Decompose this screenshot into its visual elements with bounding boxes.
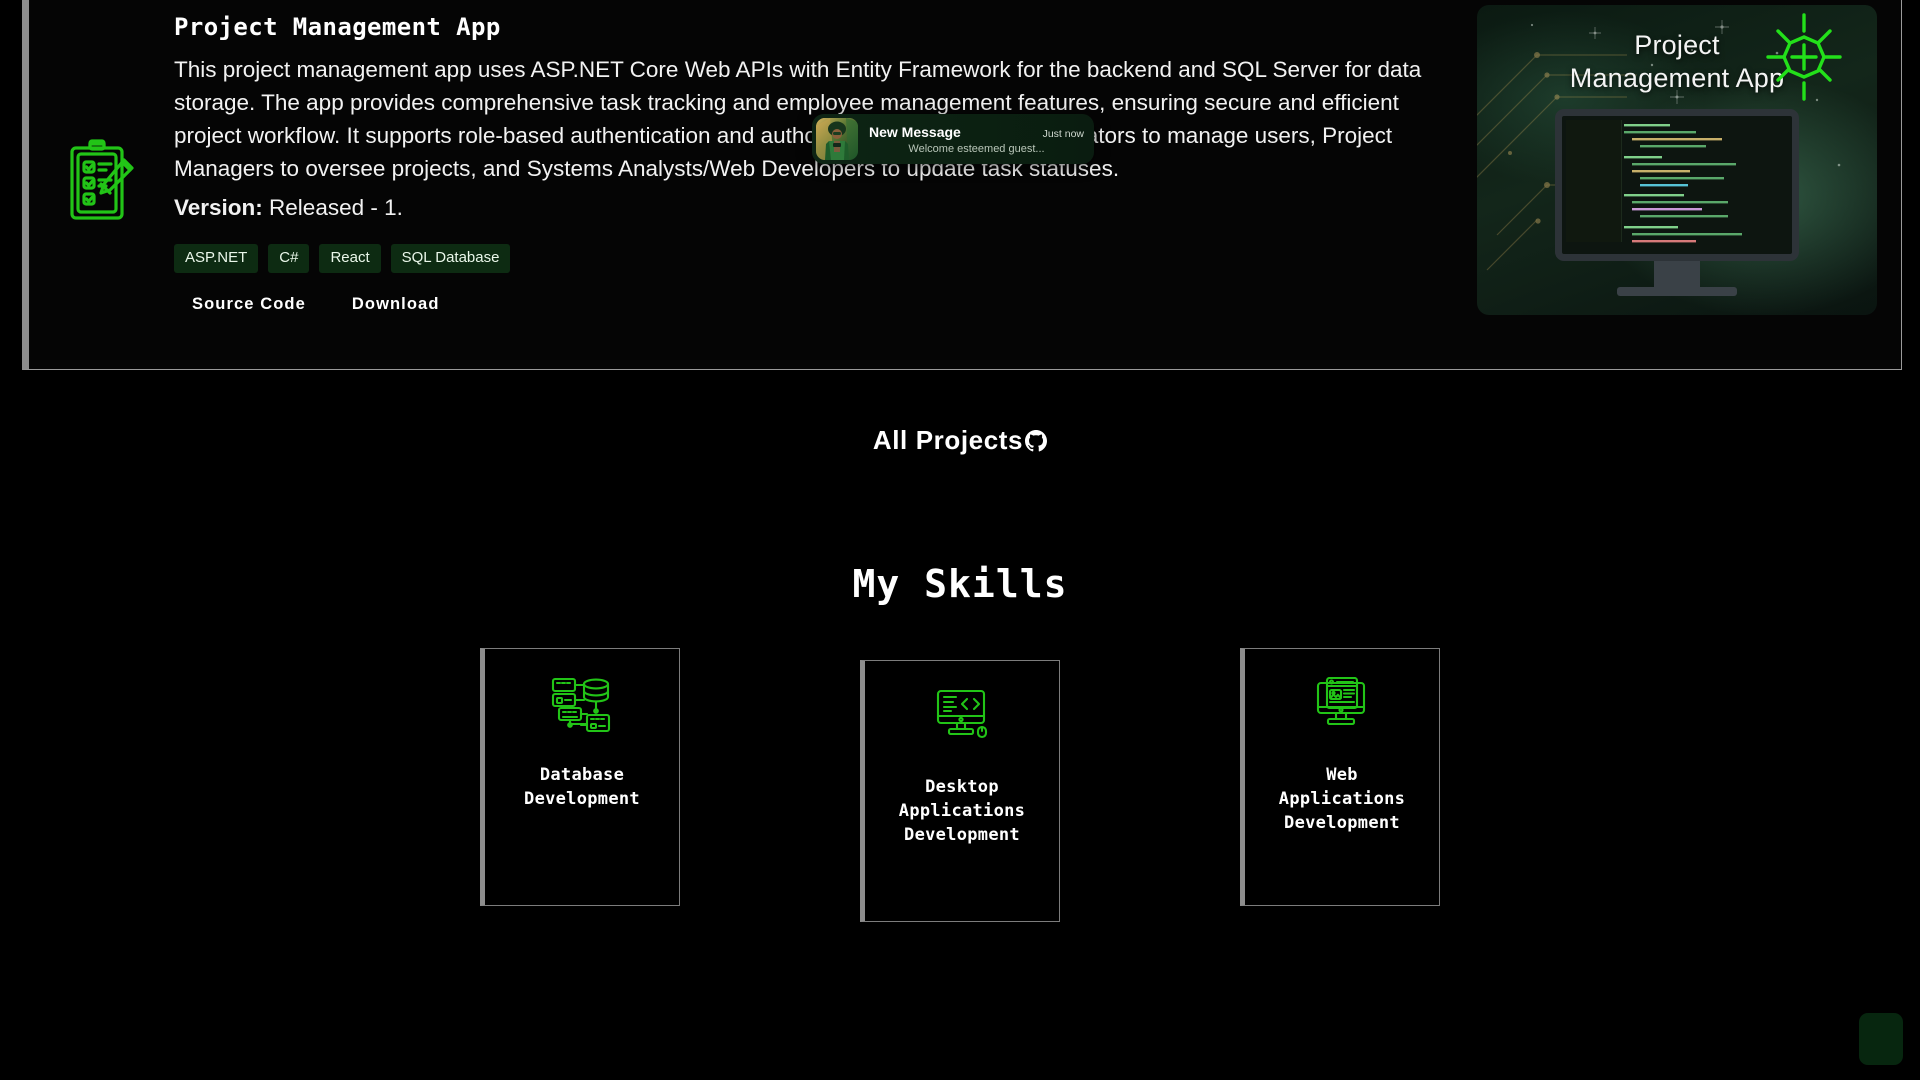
notification-preview: Welcome esteemed guest... <box>908 142 1045 155</box>
sender-avatar <box>816 118 858 160</box>
notification-toast[interactable]: New Message Just now Welcome esteemed gu… <box>812 114 1094 164</box>
skill-label-line: Development <box>524 789 640 809</box>
clipboard-checklist-icon <box>66 138 138 229</box>
chat-fab-button[interactable] <box>1859 1013 1903 1065</box>
notification-title: New Message <box>869 123 961 140</box>
desktop-code-icon <box>931 687 993 749</box>
notification-content: New Message Just now Welcome esteemed gu… <box>858 124 1084 155</box>
skill-card-database-development[interactable]: Database Development <box>480 648 680 906</box>
project-card: Project Management App This project mana… <box>22 0 1902 370</box>
skills-heading: My Skills <box>852 562 1068 606</box>
editor-sidebar <box>1566 120 1622 242</box>
github-icon[interactable] <box>1025 429 1048 452</box>
skill-card-web-applications-development[interactable]: Web Applications Development <box>1240 648 1440 906</box>
notification-header: New Message Just now <box>869 124 1084 140</box>
skill-card-desktop-applications-development[interactable]: Desktop Applications Development <box>860 660 1060 922</box>
skill-label-line: Development <box>904 825 1020 845</box>
skill-label-line: Development <box>1284 813 1400 833</box>
tech-tag: React <box>319 244 381 273</box>
skill-label-line: Desktop <box>925 777 999 797</box>
web-browser-icon <box>1311 675 1373 737</box>
project-icon-column <box>29 128 174 229</box>
project-title: Project Management App <box>174 13 501 41</box>
skills-card-row: Database Development Desktop Application… <box>0 648 1920 922</box>
monitor-base <box>1617 287 1737 296</box>
skill-label-line: Web <box>1326 765 1358 785</box>
skill-card-label: Web Applications Development <box>1279 763 1405 835</box>
notification-timestamp: Just now <box>1042 127 1084 140</box>
source-code-link[interactable]: Source Code <box>192 295 306 314</box>
monitor-stand <box>1654 261 1700 287</box>
code-monitor-image <box>1555 109 1799 296</box>
project-media: Project Management App <box>1477 0 1901 315</box>
all-projects-heading: All Projects <box>0 425 1920 456</box>
all-projects-label: All Projects <box>872 425 1024 455</box>
skill-card-label: Desktop Applications Development <box>899 775 1025 847</box>
skill-label-line: Applications <box>1278 789 1406 809</box>
database-network-icon <box>551 675 613 737</box>
download-link[interactable]: Download <box>352 295 440 314</box>
tech-tag-list: ASP.NET C# React SQL Database <box>174 244 1471 273</box>
skill-label-line: Applications <box>898 801 1026 821</box>
project-version: Version: Released - 1. <box>174 191 1471 224</box>
skill-label-line: Database <box>539 765 625 785</box>
version-value: Released - 1. <box>269 195 403 220</box>
project-action-links: Source Code Download <box>174 295 1471 314</box>
version-label: Version: <box>174 195 263 220</box>
gear-sun-icon <box>1757 13 1851 112</box>
project-hero-image: Project Management App <box>1477 5 1877 315</box>
tech-tag: ASP.NET <box>174 244 259 273</box>
project-description: This project management app uses ASP.NET… <box>174 57 1422 181</box>
skill-card-label: Database Development <box>524 763 640 811</box>
tech-tag: SQL Database <box>390 244 511 273</box>
avatar-artwork <box>816 118 858 160</box>
tech-tag: C# <box>268 244 310 273</box>
monitor-screen <box>1555 109 1799 261</box>
